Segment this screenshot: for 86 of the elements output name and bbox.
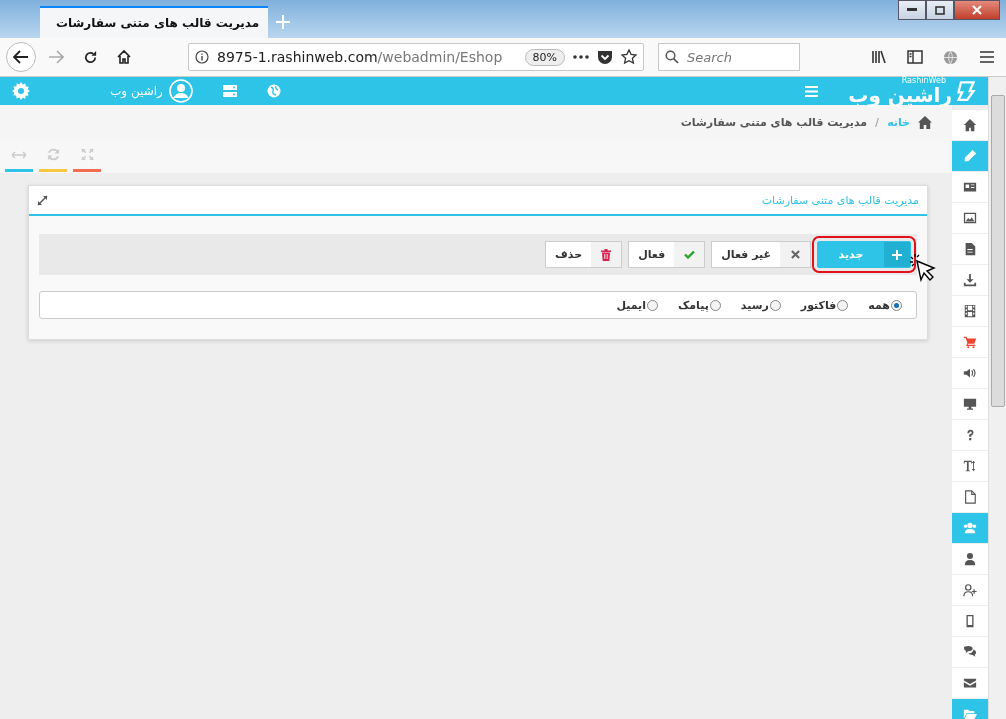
deactivate-button[interactable]: غیر فعال [711,241,811,268]
search-icon [665,50,679,64]
sidebar-item[interactable] [952,606,988,637]
search-input[interactable]: Search [685,48,789,66]
breadcrumb-separator: / [875,115,880,129]
page-icon [963,490,977,504]
more-icon[interactable] [573,55,589,59]
sidebar-item[interactable] [952,544,988,575]
id-card-icon [963,180,977,194]
cart-icon [963,335,977,349]
expand-icon[interactable] [37,194,48,206]
sidebar-item[interactable] [952,358,988,389]
back-arrow-icon [13,50,29,64]
panel-title: مدیریت قالب های متنی سفارشات [761,193,919,207]
menu-icon[interactable] [980,51,994,63]
url-text: 8975-1.rashinweb.com/webadmin/Eshop [217,49,504,65]
zoom-level[interactable]: 80% [524,48,565,66]
monitor-icon [963,397,977,411]
home-icon [963,118,977,132]
sidebar-item[interactable] [952,265,988,296]
address-bar[interactable]: 8975-1.rashinweb.com/webadmin/Eshop 80% [188,43,644,71]
speaker-icon [963,366,977,380]
sidebar-item[interactable] [952,327,988,358]
check-icon [683,250,695,259]
radio-button[interactable] [647,299,659,311]
close-window-button[interactable] [954,0,1000,20]
filter-radio[interactable]: فاکتور [800,298,849,312]
pencil-icon [963,149,977,163]
delete-button[interactable]: حذف [545,241,623,268]
activate-button[interactable]: فعال [628,241,706,268]
sidebar-item[interactable] [952,296,988,327]
scrollbar[interactable] [988,77,1006,719]
folder-open-icon [963,707,977,719]
browser-tab[interactable]: مدیریت قالب های متنی سفارشات [40,6,268,38]
minimize-icon [907,8,917,12]
home-icon[interactable] [918,115,932,129]
sidebar-icon[interactable] [907,50,923,64]
document-icon [963,242,977,256]
minimize-button[interactable] [898,0,926,20]
text-height-icon [963,459,977,473]
film-icon [963,304,977,318]
sidebar-item[interactable] [952,451,988,482]
sidebar-item[interactable] [952,172,988,203]
download-icon [963,273,977,287]
close-icon [972,5,982,15]
sidebar-item[interactable] [952,668,988,699]
sidebar-item[interactable] [952,234,988,265]
maximize-button[interactable] [926,0,954,20]
sidebar-item[interactable] [952,575,988,606]
close-icon [790,250,800,259]
breadcrumb-item: مدیریت قالب های متنی سفارشات [680,115,868,129]
library-icon[interactable] [871,50,887,64]
filter-radio[interactable]: رسید [740,298,781,312]
radio-button[interactable] [709,299,721,311]
radio-button[interactable] [837,299,849,311]
expand-icon [80,148,94,161]
envelope-icon [963,676,977,690]
user-plus-icon [963,583,977,597]
home-icon[interactable] [116,49,132,65]
sidebar-item[interactable] [952,110,988,141]
reload-icon[interactable] [82,49,98,65]
info-icon [195,50,209,64]
filter-radio[interactable]: همه [868,298,902,312]
plus-icon [892,249,902,260]
maximize-icon [935,5,945,15]
logo-mark-icon [956,80,976,102]
chat-icon [963,645,977,659]
sidebar-item[interactable] [952,389,988,420]
users-icon [963,521,977,535]
sidebar-item[interactable] [952,482,988,513]
horizontal-arrows-icon [11,150,27,159]
sidebar-item[interactable] [952,637,988,668]
star-icon[interactable] [621,49,637,65]
radio-button[interactable] [891,299,902,311]
sidebar-item[interactable] [952,203,988,234]
filter-radio[interactable]: پیامک [678,298,721,312]
filter-radio[interactable]: ایمیل [616,298,659,312]
trash-icon [601,248,612,261]
radio-button[interactable] [769,299,781,311]
globe-icon[interactable] [943,49,958,65]
image-icon [963,211,977,225]
pocket-icon[interactable] [597,49,613,65]
search-field[interactable]: Search [658,43,800,71]
user-icon [963,552,977,566]
refresh-icon [46,148,60,161]
back-button[interactable] [6,42,36,72]
